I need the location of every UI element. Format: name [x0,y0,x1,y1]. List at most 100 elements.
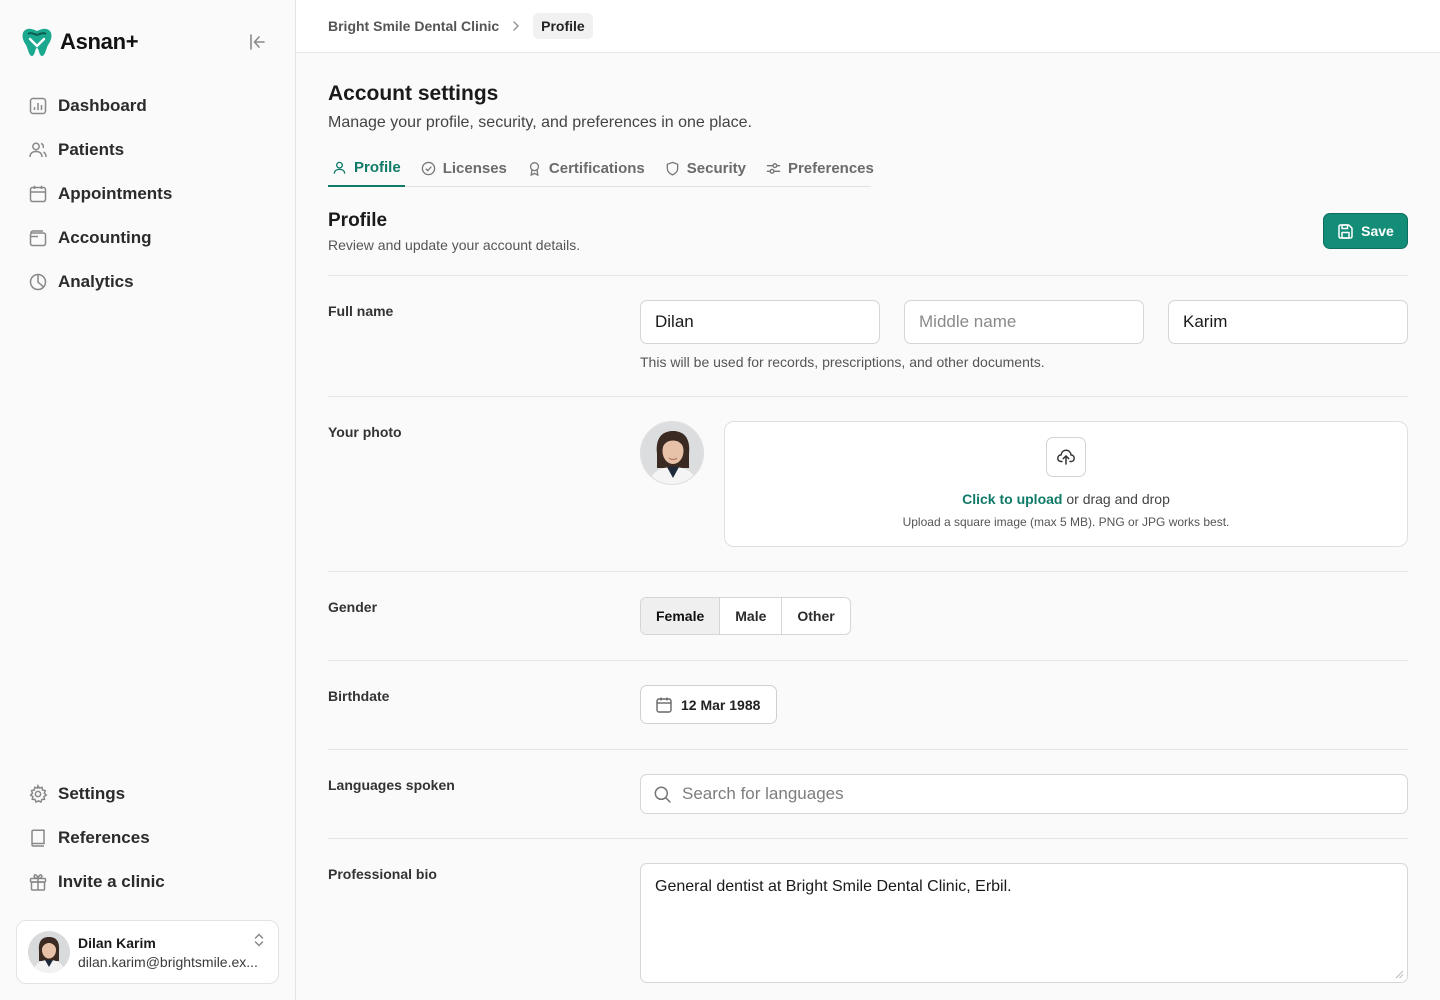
gender-label: Gender [328,599,378,615]
resize-handle-icon[interactable] [1394,969,1404,979]
sidebar-item-analytics[interactable]: Analytics [16,260,280,304]
gender-option-female[interactable]: Female [641,598,721,634]
divider [328,396,1408,397]
user-info: Dilan Karim dilan.karim@brightsmile.ex..… [78,935,270,970]
last-name-value: Karim [1183,312,1228,331]
upload-hint: Upload a square image (max 5 MB). PNG or… [902,515,1230,529]
section-title: Profile [328,210,388,231]
gift-icon [29,874,47,891]
pie-chart-icon [29,273,47,291]
breadcrumb-current: Profile [533,13,593,39]
sidebar-item-label: References [58,828,150,847]
user-account-switcher[interactable]: Dilan Karim dilan.karim@brightsmile.ex..… [16,920,279,984]
tab-label: Licenses [442,159,507,177]
tab-profile[interactable]: Profile [328,149,405,187]
photo-label: Your photo [328,424,402,440]
first-name-input[interactable]: Dilan [640,300,880,344]
gender-segmented-control: Female Male Other [640,597,851,635]
bar-chart-icon [29,97,47,115]
profile-photo [640,421,704,485]
tab-preferences[interactable]: Preferences [762,149,878,187]
sidebar: Asnan+ Dashboard Patients Appointments A… [0,0,296,1000]
languages-placeholder: Search for languages [682,784,844,803]
page-title: Account settings [328,82,499,105]
collapse-sidebar-button[interactable] [244,30,270,54]
bio-label: Professional bio [328,866,437,882]
user-name: Dilan Karim [78,934,156,951]
sidebar-item-invite-clinic[interactable]: Invite a clinic [16,860,280,904]
app-logo[interactable]: Asnan+ [20,26,139,58]
book-icon [31,829,45,847]
middle-name-placeholder: Middle name [919,312,1017,331]
users-icon [29,142,47,158]
calendar-icon [656,697,672,713]
sidebar-item-label: Analytics [58,272,134,291]
sidebar-item-patients[interactable]: Patients [16,128,280,172]
divider [328,571,1408,572]
tab-licenses[interactable]: Licenses [417,149,511,187]
save-icon [1338,223,1353,239]
sidebar-item-dashboard[interactable]: Dashboard [16,84,280,128]
birthdate-value: 12 Mar 1988 [681,696,761,713]
wallet-icon [29,230,47,247]
middle-name-input[interactable]: Middle name [904,300,1144,344]
sidebar-item-label: Invite a clinic [58,872,165,891]
sidebar-item-accounting[interactable]: Accounting [16,216,280,260]
collapse-left-icon [250,34,265,50]
sidebar-item-label: Appointments [58,184,173,203]
gender-option-other[interactable]: Other [782,598,849,634]
click-to-upload-link[interactable]: Click to upload [962,491,1062,507]
settings-tabs: Profile Licenses Certifications Security… [328,149,874,187]
last-name-input[interactable]: Karim [1168,300,1408,344]
tab-label: Certifications [548,159,645,177]
languages-search-input[interactable]: Search for languages [640,774,1408,814]
calendar-icon [29,185,47,203]
first-name-value: Dilan [655,312,694,331]
tab-label: Profile [354,158,401,176]
sidebar-nav-secondary: Settings References Invite a clinic [16,772,280,904]
user-icon [333,161,346,174]
shield-icon [666,161,679,176]
birthdate-picker-button[interactable]: 12 Mar 1988 [640,685,777,724]
photo-upload-dropzone[interactable]: Click to upload or drag and drop Upload … [724,421,1408,547]
tab-label: Security [686,159,746,177]
gear-icon [29,784,48,804]
chevron-up-down-icon [254,933,264,947]
chevron-right-icon [513,21,520,31]
upload-icon-box [1046,437,1086,477]
sidebar-item-label: Patients [58,140,125,159]
upload-rest-text: or drag and drop [1062,491,1170,507]
sidebar-item-appointments[interactable]: Appointments [16,172,280,216]
app-name: Asnan+ [60,29,139,54]
check-badge-icon [421,161,435,175]
divider [328,749,1408,750]
full-name-label: Full name [328,303,394,319]
gender-option-male[interactable]: Male [720,598,783,634]
tab-label: Preferences [787,159,874,177]
divider [328,838,1408,839]
tooth-logo-icon [22,28,52,56]
sidebar-nav-main: Dashboard Patients Appointments Accounti… [16,84,280,304]
award-icon [529,161,539,176]
avatar [28,931,70,973]
breadcrumb-clinic[interactable]: Bright Smile Dental Clinic [328,18,499,34]
save-button[interactable]: Save [1323,213,1408,249]
user-email: dilan.karim@brightsmile.ex... [78,953,258,970]
tab-certifications[interactable]: Certifications [523,149,649,187]
sliders-icon [766,162,781,174]
page-subtitle: Manage your profile, security, and prefe… [328,114,752,131]
upload-instruction: Click to upload or drag and drop [725,491,1407,507]
bio-textarea[interactable]: General dentist at Bright Smile Dental C… [640,863,1408,983]
section-subtitle: Review and update your account details. [328,237,581,253]
sidebar-item-label: Dashboard [58,96,147,115]
divider [328,275,1408,276]
birthdate-label: Birthdate [328,688,390,704]
sidebar-item-references[interactable]: References [16,816,280,860]
languages-label: Languages spoken [328,777,455,793]
sidebar-item-label: Accounting [58,228,152,247]
bio-value: General dentist at Bright Smile Dental C… [655,878,1012,895]
sidebar-item-settings[interactable]: Settings [16,772,280,816]
tab-security[interactable]: Security [661,149,750,187]
save-label: Save [1361,223,1394,239]
search-icon [654,786,671,803]
